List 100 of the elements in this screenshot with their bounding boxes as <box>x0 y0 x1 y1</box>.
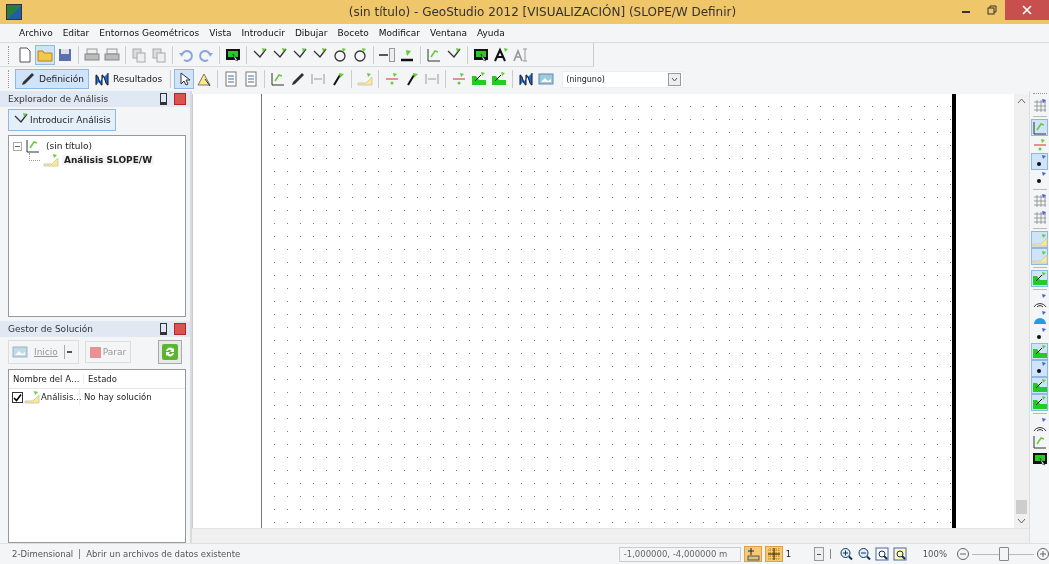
chart-axes-icon <box>270 71 287 87</box>
mode-tab[interactable]: Definición <box>15 69 89 89</box>
menu-item[interactable]: Archivo <box>14 28 58 38</box>
open-folder-button[interactable] <box>35 44 55 65</box>
coordinates-field: -1,000000, -4,000000 m <box>618 546 741 562</box>
text-cursor-icon <box>513 46 529 63</box>
ground-icon <box>1031 270 1048 287</box>
panel-title: Explorador de Análisis <box>8 94 110 104</box>
menu-item[interactable]: Boceto <box>332 28 374 38</box>
monitor-icon <box>225 46 241 63</box>
magnifier-icon <box>892 547 907 561</box>
tool-button[interactable] <box>1031 360 1048 377</box>
point-icon <box>384 71 401 87</box>
checkbox[interactable] <box>12 391 23 403</box>
chart-axes-icon <box>1031 433 1048 450</box>
flag-icon <box>404 71 421 87</box>
monitor-icon <box>1031 450 1048 467</box>
refresh-icon <box>162 344 178 360</box>
tool-button[interactable] <box>1031 292 1048 309</box>
pin-icon[interactable] <box>160 93 167 105</box>
grid-icon <box>1031 192 1048 209</box>
minus-icon <box>957 548 969 560</box>
close-button[interactable] <box>1005 0 1049 20</box>
printer-icon <box>104 46 120 63</box>
dimension-icon <box>310 71 327 87</box>
chart-axes-icon <box>1031 119 1048 136</box>
waves-icon <box>94 71 110 87</box>
zoom-level: 100% <box>922 549 947 559</box>
documents-icon <box>151 46 167 63</box>
mode-tab[interactable]: Resultados <box>89 69 168 89</box>
add-analysis-button[interactable]: Introducir Análisis <box>8 109 116 131</box>
circle-icon <box>332 46 348 63</box>
status-text: 2-Dimensional <box>12 549 74 559</box>
scrollbar-thumb[interactable] <box>1016 500 1027 514</box>
menu-item[interactable]: Editar <box>57 28 95 38</box>
tool-button[interactable] <box>1031 416 1048 433</box>
grid-icon <box>766 547 781 561</box>
select-button[interactable] <box>174 69 195 89</box>
grid-toggle[interactable] <box>764 546 783 562</box>
image-icon <box>12 344 28 360</box>
column-header[interactable]: Estado <box>84 374 117 384</box>
chart-axes-icon <box>426 46 442 63</box>
pin-icon[interactable] <box>160 323 167 335</box>
waves-icon <box>518 71 535 87</box>
zoom-minus-button[interactable] <box>957 548 969 560</box>
refresh-button[interactable] <box>158 340 182 364</box>
analysis-icon <box>24 389 40 405</box>
zoom-plus-button[interactable] <box>1037 548 1049 560</box>
snap-icon <box>745 547 760 561</box>
image-icon <box>538 71 555 87</box>
zoom-objects-button[interactable] <box>890 546 909 562</box>
zoom-out-icon <box>856 547 871 561</box>
ground-icon <box>1031 377 1048 394</box>
sheet-icon <box>223 71 240 87</box>
menu-item[interactable]: Modificar <box>373 28 426 38</box>
checkmark-icon <box>13 392 22 402</box>
menu-item[interactable]: Entornos Geométricos <box>94 28 205 38</box>
pen-icon <box>290 71 307 87</box>
slope-icon <box>1031 248 1048 265</box>
menu-item[interactable]: Introducir <box>236 28 290 38</box>
vertical-scrollbar[interactable] <box>1014 94 1029 528</box>
tool-button[interactable] <box>1031 450 1048 467</box>
grid-icon <box>1031 97 1048 114</box>
panel-title: Gestor de Solución <box>8 324 94 334</box>
ground-icon <box>1031 343 1048 360</box>
arc-icon <box>1031 292 1048 309</box>
status-text: Abrir un archivos de datos existente <box>86 549 241 559</box>
line-icon <box>379 46 395 63</box>
collapse-toggle[interactable] <box>13 141 22 151</box>
column-header[interactable]: Nombre del A… <box>9 374 84 384</box>
menu-item[interactable]: Ayuda <box>472 28 510 38</box>
arc-icon <box>1031 416 1048 433</box>
snap-toggle[interactable] <box>743 546 762 562</box>
plus-icon <box>1037 548 1049 560</box>
table-cell-text: No hay solución <box>83 392 152 402</box>
project-icon <box>25 138 41 154</box>
ground-icon <box>491 71 508 87</box>
spin-field[interactable]: 1 <box>785 547 824 561</box>
sheet-icon <box>243 71 260 87</box>
zoom-in-icon <box>838 547 853 561</box>
menu-item[interactable]: Ventana <box>425 28 472 38</box>
ground-icon <box>471 71 488 87</box>
letter-a-icon <box>493 46 509 63</box>
tree-item[interactable]: Análisis SLOPE/W <box>62 155 155 165</box>
slope-icon <box>1031 231 1048 248</box>
restore-icon <box>987 5 997 15</box>
ground-icon <box>1031 394 1048 411</box>
menu-item[interactable]: Dibujar <box>289 28 333 38</box>
view-dropdown[interactable]: (ninguno) <box>562 70 685 88</box>
point-icon <box>451 71 468 87</box>
tree-item[interactable]: (sin título) <box>44 141 95 151</box>
pen-icon <box>20 71 36 87</box>
menu-item[interactable]: Vista <box>204 28 237 38</box>
tool-button[interactable] <box>1031 153 1048 170</box>
zoom-page-button[interactable] <box>872 546 891 562</box>
documents-icon <box>131 46 147 63</box>
horizontal-scrollbar[interactable] <box>192 528 1029 543</box>
close-icon <box>1022 5 1032 15</box>
analysis-icon <box>43 152 59 168</box>
dimension-icon <box>424 71 441 87</box>
